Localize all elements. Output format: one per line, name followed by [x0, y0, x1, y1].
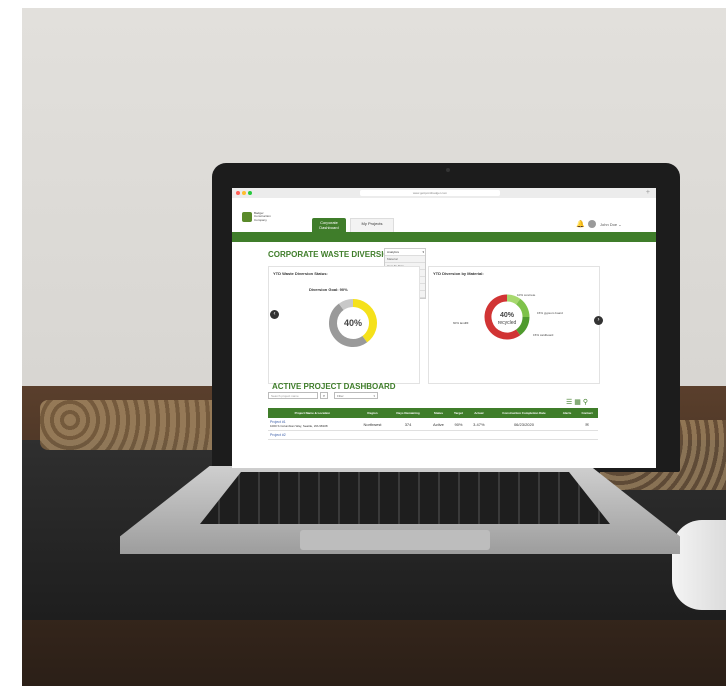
column-header[interactable]: Contact	[576, 408, 598, 418]
table-header: Project Name & Location Region Days Remain…	[268, 408, 598, 418]
map-pin-icon[interactable]: ⚲	[583, 399, 588, 406]
donut-slice-not-diverted	[338, 299, 354, 311]
prev-arrow-icon[interactable]: ‹	[270, 310, 279, 319]
project-dashboard-title: ACTIVE PROJECT DASHBOARD	[272, 382, 396, 391]
wood-decoration	[40, 400, 220, 450]
laptop-screen: www.gettpointbadger.com + Badger Constru…	[232, 188, 656, 468]
bell-icon[interactable]: 🔔	[576, 220, 585, 228]
status-title: YTD Waste Diversion Status:	[273, 271, 328, 276]
url-bar[interactable]: www.gettpointbadger.com	[360, 190, 500, 196]
column-header[interactable]: Alerts	[558, 408, 577, 418]
label-gypsum: 15% gypsum board	[537, 311, 563, 315]
user-menu[interactable]: John Doe ⌄	[600, 222, 622, 227]
region-cell: Northwest	[356, 418, 389, 431]
filter-select[interactable]: Filter ▾	[334, 392, 378, 399]
material-title: YTD Diversion by Material:	[433, 271, 484, 276]
label-concrete: 10% concrete	[517, 293, 536, 297]
status-cell: Active	[427, 418, 450, 431]
dropdown-option[interactable]: Material	[385, 256, 425, 263]
days-cell: 374	[388, 418, 428, 431]
tab-my-projects[interactable]: My Projects	[350, 218, 394, 232]
material-center-text: recycled	[498, 320, 517, 326]
new-tab-icon[interactable]: +	[646, 188, 650, 198]
mail-icon[interactable]: ✉	[585, 422, 588, 427]
actual-cell: 3.47%	[467, 418, 490, 431]
mouse	[672, 520, 726, 610]
waste-diversion-title: CORPORATE WASTE DIVERSION	[268, 250, 396, 259]
material-donut-chart: 40% recycled	[484, 294, 530, 340]
material-panel: YTD Diversion by Material: 40% recycled …	[428, 266, 600, 384]
user-name: John Doe	[600, 222, 618, 227]
next-arrow-icon[interactable]: ›	[594, 316, 603, 325]
camera	[446, 168, 450, 172]
view-toggle[interactable]: ☰ ▦ ⚲	[566, 398, 588, 406]
donut-slice-concrete	[506, 294, 521, 305]
search-icon[interactable]: ⌕	[320, 392, 328, 399]
chevron-down-icon: ⌄	[618, 222, 622, 227]
column-header[interactable]: Construction Completion Date	[489, 408, 559, 418]
project-cell[interactable]: Project #1 1000 S Columbian Way, Seattle,…	[268, 418, 357, 431]
status-center-label: 40%	[344, 318, 362, 328]
table-row[interactable]: Project #2	[268, 430, 598, 440]
status-donut-chart: 40%	[329, 299, 377, 347]
status-panel: YTD Waste Diversion Status: Diversion Go…	[268, 266, 420, 384]
chevron-down-icon: ▾	[373, 394, 375, 398]
dropdown-arrow-icon: ▾	[422, 250, 424, 254]
label-cardboard: 15% cardboard	[533, 333, 554, 337]
donut-slice-cardboard	[515, 316, 530, 336]
date-cell: 06/23/2020	[489, 418, 559, 431]
maximize-dot-icon[interactable]	[248, 191, 252, 195]
column-header[interactable]: Actual	[467, 408, 490, 418]
column-header[interactable]: Region	[356, 408, 389, 418]
column-header[interactable]: Target	[449, 408, 468, 418]
material-center-pct: 40%	[500, 312, 515, 319]
column-header[interactable]: Project Name & Location	[268, 408, 357, 418]
list-view-icon[interactable]: ☰	[566, 399, 572, 406]
label-landfill: 60% landfill	[453, 321, 469, 325]
company-logo-icon	[242, 212, 252, 222]
keyboard	[200, 472, 610, 524]
alerts-cell	[558, 418, 577, 431]
column-header[interactable]: Status	[427, 408, 450, 418]
app-header: Badger Construction Company Corporate Da…	[232, 198, 656, 232]
avatar[interactable]	[588, 220, 596, 228]
minimize-dot-icon[interactable]	[242, 191, 246, 195]
close-dot-icon[interactable]	[236, 191, 240, 195]
company-name: Badger Construction Company	[254, 211, 271, 222]
contact-cell[interactable]: ✉	[576, 418, 598, 431]
target-cell: 90%	[449, 418, 468, 431]
goal-label: Diversion Goal: 90%	[309, 287, 348, 292]
donut-slice-gypsum-board	[515, 298, 530, 318]
grid-view-icon[interactable]: ▦	[574, 399, 581, 406]
column-header[interactable]: Days Remaining	[388, 408, 428, 418]
project-link[interactable]: Project #2	[270, 433, 355, 437]
table-row[interactable]: Project #1 1000 S Columbian Way, Seattle,…	[268, 418, 598, 431]
project-address: 1000 S Columbian Way, Seattle, WA 98108	[270, 424, 328, 428]
tab-corporate-dashboard[interactable]: Corporate Dashboard	[312, 218, 346, 232]
search-input[interactable]: Search project name	[268, 392, 318, 399]
projects-table: Project Name & Location Region Days Remain…	[268, 408, 598, 440]
trackpad	[300, 530, 490, 550]
dropdown-selected[interactable]: Analytics ▾	[385, 249, 425, 256]
project-cell[interactable]: Project #2	[268, 430, 357, 440]
nav-bar	[232, 232, 656, 242]
